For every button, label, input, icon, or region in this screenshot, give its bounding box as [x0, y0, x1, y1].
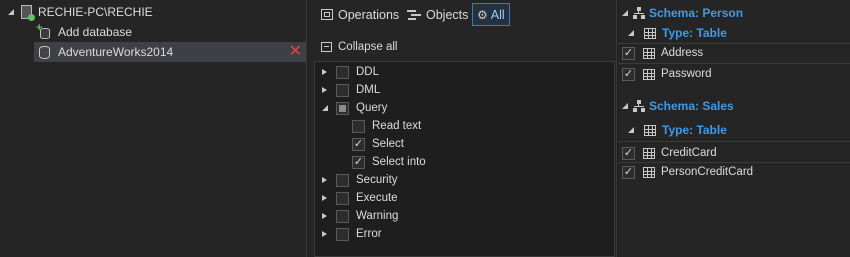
checkbox[interactable]	[336, 173, 349, 187]
table-name: PersonCreditCard	[661, 166, 754, 178]
filter-label: Select	[372, 138, 404, 150]
type-label: Type: Table	[662, 26, 727, 40]
table-item-password[interactable]: ✓ Password	[622, 64, 712, 84]
filter-item-read-text[interactable]: Read text	[352, 117, 421, 135]
checkbox-checked[interactable]: ✓	[622, 46, 635, 60]
collapse-arrow-icon[interactable]	[628, 30, 634, 36]
table-icon	[644, 27, 656, 39]
filter-label: Select into	[372, 156, 426, 168]
filter-label: Security	[356, 174, 398, 186]
expand-arrow-icon[interactable]	[322, 69, 327, 75]
table-item-address[interactable]: ✓ Address	[622, 43, 703, 63]
checkbox-checked[interactable]: ✓	[352, 137, 365, 151]
schema-icon	[633, 100, 645, 112]
checkbox[interactable]	[336, 209, 349, 223]
filter-item-ddl[interactable]: DDL	[322, 63, 379, 81]
schema-person-header[interactable]: Schema: Person	[618, 2, 743, 24]
filter-panel: Operations Objects ⚙ All Collapse all DD…	[308, 0, 617, 257]
type-label: Type: Table	[662, 123, 727, 137]
table-icon	[643, 47, 655, 59]
collapse-all-button[interactable]: Collapse all	[321, 38, 397, 56]
checkbox-checked[interactable]: ✓	[622, 146, 635, 160]
table-icon	[643, 68, 655, 80]
expand-arrow-icon[interactable]	[322, 87, 327, 93]
tab-all-label: All	[490, 7, 505, 22]
collapse-arrow-icon[interactable]	[628, 127, 634, 133]
table-icon	[644, 124, 656, 136]
table-name: Address	[661, 47, 704, 59]
filter-tree: DDL DML Query Read text ✓ Select ✓ Selec…	[314, 61, 615, 257]
checkbox[interactable]	[336, 65, 349, 79]
filter-item-select-into[interactable]: ✓ Select into	[352, 153, 426, 171]
checkbox-partial[interactable]	[336, 101, 349, 115]
filter-label: Error	[356, 228, 382, 240]
table-name: Password	[661, 68, 712, 80]
filter-label: Warning	[356, 210, 399, 222]
tab-objects-label: Objects	[426, 7, 469, 22]
schema-label: Schema: Person	[649, 6, 744, 20]
checkbox-checked[interactable]: ✓	[352, 155, 365, 169]
expand-arrow-icon[interactable]	[322, 231, 327, 237]
gears-icon: ⚙	[477, 7, 488, 22]
checkbox[interactable]	[336, 191, 349, 205]
collapse-arrow-icon[interactable]	[322, 105, 328, 111]
tab-operations-label: Operations	[338, 7, 400, 22]
filter-label: Read text	[372, 120, 422, 132]
expand-arrow-icon[interactable]	[322, 195, 327, 201]
filter-label: Query	[356, 102, 388, 114]
server-icon	[21, 5, 35, 21]
table-icon	[643, 166, 655, 178]
table-item-creditcard[interactable]: ✓ CreditCard	[622, 143, 717, 163]
operations-icon	[321, 9, 333, 20]
filter-item-error[interactable]: Error	[322, 225, 382, 243]
expand-arrow-icon[interactable]	[322, 177, 327, 183]
schema-icon	[633, 7, 645, 19]
database-icon	[39, 45, 50, 59]
checkbox-checked[interactable]: ✓	[622, 67, 635, 81]
schema-sales-header[interactable]: Schema: Sales	[618, 95, 734, 117]
schema-label: Schema: Sales	[649, 99, 734, 113]
type-table-header[interactable]: Type: Table	[618, 23, 727, 43]
server-row[interactable]: RECHIE-PC\RECHIE	[8, 2, 153, 22]
filter-label: Execute	[356, 192, 398, 204]
filter-label: DDL	[356, 66, 380, 78]
filter-item-dml[interactable]: DML	[322, 81, 380, 99]
remove-database-icon[interactable]: ✕	[289, 43, 302, 61]
expand-arrow-icon[interactable]	[322, 213, 327, 219]
filter-tabs: Operations Objects ⚙ All	[308, 0, 617, 30]
servers-panel: RECHIE-PC\RECHIE + Add database Adventur…	[0, 0, 307, 257]
database-row[interactable]: AdventureWorks2014 ✕	[34, 42, 306, 62]
checkbox[interactable]	[336, 83, 349, 97]
filter-item-warning[interactable]: Warning	[322, 207, 398, 225]
checkbox[interactable]	[336, 227, 349, 241]
database-name: AdventureWorks2014	[58, 45, 174, 59]
table-item-personcreditcard[interactable]: ✓ PersonCreditCard	[622, 162, 753, 182]
filter-item-security[interactable]: Security	[322, 171, 398, 189]
add-database-icon: +	[36, 22, 51, 39]
expand-arrow-icon[interactable]	[8, 9, 14, 15]
objects-icon	[407, 9, 421, 20]
server-name: RECHIE-PC\RECHIE	[38, 5, 153, 19]
collapse-arrow-icon[interactable]	[622, 10, 628, 16]
collapse-all-icon	[321, 42, 332, 52]
collapse-all-label: Collapse all	[338, 41, 398, 53]
objects-panel: Schema: Person Type: Table ✓ Address ✓ P…	[618, 0, 850, 257]
collapse-arrow-icon[interactable]	[622, 103, 628, 109]
filter-item-query[interactable]: Query	[322, 99, 387, 117]
divider	[618, 141, 850, 142]
table-icon	[643, 147, 655, 159]
tab-objects[interactable]: Objects	[403, 3, 472, 26]
add-database-label: Add database	[58, 25, 133, 39]
table-name: CreditCard	[661, 147, 717, 159]
checkbox[interactable]	[352, 119, 365, 133]
add-database-row[interactable]: + Add database	[36, 22, 133, 42]
checkbox-checked[interactable]: ✓	[622, 165, 635, 179]
filter-item-select[interactable]: ✓ Select	[352, 135, 404, 153]
tab-all[interactable]: ⚙ All	[472, 3, 510, 26]
tab-operations[interactable]: Operations	[317, 3, 403, 26]
filter-label: DML	[356, 84, 381, 96]
filter-item-execute[interactable]: Execute	[322, 189, 398, 207]
type-table-header[interactable]: Type: Table	[618, 120, 727, 140]
